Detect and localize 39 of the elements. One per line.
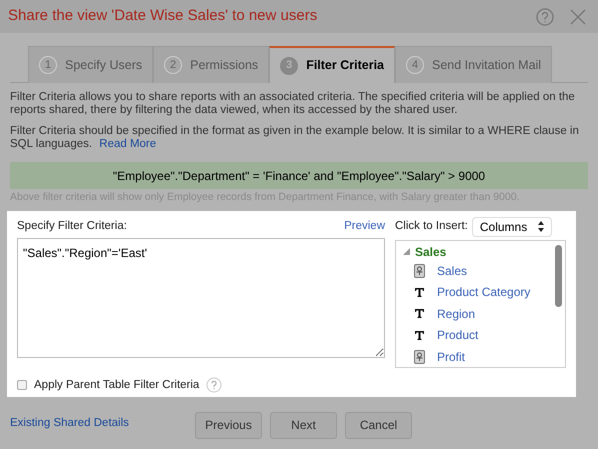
step-number: 4 — [406, 56, 424, 74]
intro-text: Filter Criteria allows you to share reports with an associated criteria. The specified criteria will be applied on the reports shared, there by filtering the data viewed, when its accessed by the shared user. — [10, 91, 576, 117]
scrollbar-thumb[interactable] — [555, 244, 562, 307]
footer-button[interactable]: Next — [270, 412, 337, 439]
column-item[interactable]: Profit — [437, 348, 466, 366]
step-tab[interactable]: 2 Permissions — [153, 46, 270, 83]
window-title: Share the view 'Date Wise Sales' to new users — [8, 6, 318, 26]
step-number: 1 — [39, 56, 57, 74]
criteria-label: Specify Filter Criteria: — [17, 218, 128, 234]
measure-icon — [414, 350, 425, 364]
footer-button[interactable]: Previous — [195, 412, 262, 439]
step-tab[interactable]: 1 Specify Users — [28, 46, 154, 83]
column-item[interactable]: Sales — [437, 262, 468, 280]
example-banner: "Employee"."Department" = 'Finance' and "Employee"."Salary" > 9000 — [10, 162, 588, 189]
existing-shared-link[interactable]: Existing Shared Details — [10, 415, 195, 432]
help-icon[interactable] — [536, 8, 554, 26]
measure-icon — [414, 264, 425, 278]
text-type-icon — [415, 288, 424, 296]
text-type-icon — [415, 309, 424, 318]
column-item[interactable]: Product — [437, 326, 478, 344]
column-item[interactable]: Product Category — [437, 283, 530, 301]
insert-label: Click to Insert: — [395, 219, 468, 234]
columns-select[interactable]: Columns — [472, 216, 552, 237]
table-name[interactable]: Sales — [415, 242, 446, 261]
preview-link[interactable]: Preview — [344, 218, 385, 235]
format-note: Filter Criteria should be specified in the format as given in the example below. It is similar to a WHERE clause in SQL languages. Read More — [10, 125, 580, 151]
column-item[interactable]: Region — [437, 304, 476, 322]
updown-icon — [538, 221, 544, 232]
help-icon[interactable] — [206, 377, 222, 394]
read-more-link[interactable]: Read More — [99, 138, 156, 150]
text-type-icon — [415, 330, 424, 340]
expand-icon[interactable] — [403, 248, 410, 256]
checkbox-label: Apply Parent Table Filter Criteria — [34, 378, 200, 393]
step-tab[interactable]: 4 Send Invitation Mail — [395, 46, 552, 83]
footer-button[interactable]: Cancel — [345, 412, 412, 439]
checkbox[interactable] — [17, 380, 27, 390]
step-number: 2 — [164, 56, 182, 74]
close-icon[interactable] — [570, 8, 586, 24]
criteria-input[interactable]: "Sales"."Region"='East' — [17, 238, 385, 358]
